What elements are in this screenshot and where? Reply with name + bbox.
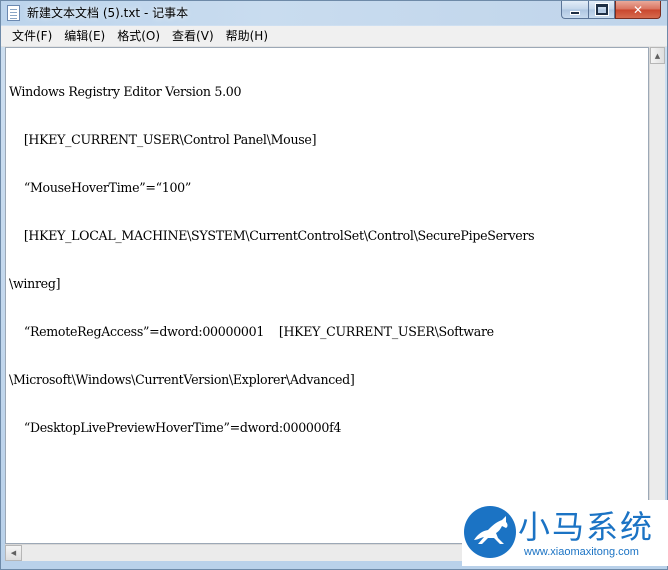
notepad-icon[interactable] [7,5,20,21]
menu-edit[interactable]: 编辑(E) [59,26,110,46]
minimize-icon [570,10,580,15]
text-line: [HKEY_LOCAL_MACHINE\SYSTEM\CurrentContro… [9,228,535,243]
arrow-up-icon: ▲ [654,51,661,60]
watermark-name: 小马系统 [518,508,655,546]
text-line: \Microsoft\Windows\CurrentVersion\Explor… [9,372,355,387]
text-line: Windows Registry Editor Version 5.00 [9,84,242,99]
text-line: “MouseHoverTime”=“100” [9,180,192,195]
scroll-left-button[interactable]: ◀ [5,545,22,561]
caption-buttons: ✕ [561,1,661,19]
window-title: 新建文本文档 (5).txt - 记事本 [27,6,189,20]
menu-bar: 文件(F) 编辑(E) 格式(O) 查看(V) 帮助(H) [1,26,667,47]
text-editor[interactable]: Windows Registry Editor Version 5.00 [HK… [5,47,649,544]
text-line: [HKEY_CURRENT_USER\Control Panel\Mouse] [9,132,317,147]
minimize-button[interactable] [561,1,588,19]
arrow-left-icon: ◀ [10,549,17,557]
horse-logo-icon [464,506,516,558]
menu-view[interactable]: 查看(V) [167,26,219,46]
notepad-window: 新建文本文档 (5).txt - 记事本 ✕ 文件(F) 编辑(E) 格式(O)… [0,0,668,570]
close-icon: ✕ [632,2,644,17]
editor-text[interactable]: Windows Registry Editor Version 5.00 [HK… [9,52,535,468]
scroll-up-button[interactable]: ▲ [650,47,665,64]
menu-help[interactable]: 帮助(H) [221,26,273,46]
vertical-scrollbar[interactable]: ▲ ▼ [649,47,665,544]
text-line: \winreg] [9,276,61,291]
title-bar[interactable]: 新建文本文档 (5).txt - 记事本 ✕ [1,1,667,25]
watermark: 小马系统 www.xiaomaxitong.com [462,500,668,566]
maximize-icon [595,4,608,15]
watermark-url: www.xiaomaxitong.com [524,546,639,558]
close-button[interactable]: ✕ [615,1,661,19]
menu-file[interactable]: 文件(F) [7,26,57,46]
maximize-button[interactable] [588,1,615,19]
text-line: “DesktopLivePreviewHoverTime”=dword:0000… [9,420,342,435]
text-line: “RemoteRegAccess”=dword:00000001 [HKEY_C… [9,324,494,339]
menu-format[interactable]: 格式(O) [112,26,165,46]
